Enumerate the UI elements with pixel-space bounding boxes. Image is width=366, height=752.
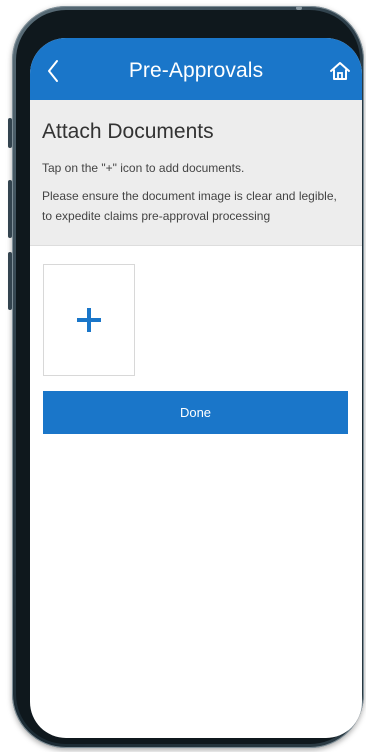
app-header: Pre-Approvals [30,38,362,100]
info-panel: Attach Documents Tap on the "+" icon to … [30,100,362,246]
section-title: Attach Documents [42,120,214,143]
instruction-image-quality: Please ensure the document image is clea… [42,189,337,223]
mute-switch [8,118,12,148]
instruction-add-documents: Tap on the "+" icon to add documents. [42,161,245,175]
home-icon [330,62,350,80]
volume-down-button [8,252,12,310]
add-document-tile[interactable] [43,264,135,376]
camera-dot [296,6,302,10]
volume-up-button [8,180,12,238]
home-button[interactable] [326,56,354,86]
page-title: Pre-Approvals [128,59,264,82]
plus-icon [77,308,101,332]
done-button[interactable]: Done [43,391,348,434]
app-screen: Pre-Approvals Attach Documents Tap on th… [30,38,362,738]
